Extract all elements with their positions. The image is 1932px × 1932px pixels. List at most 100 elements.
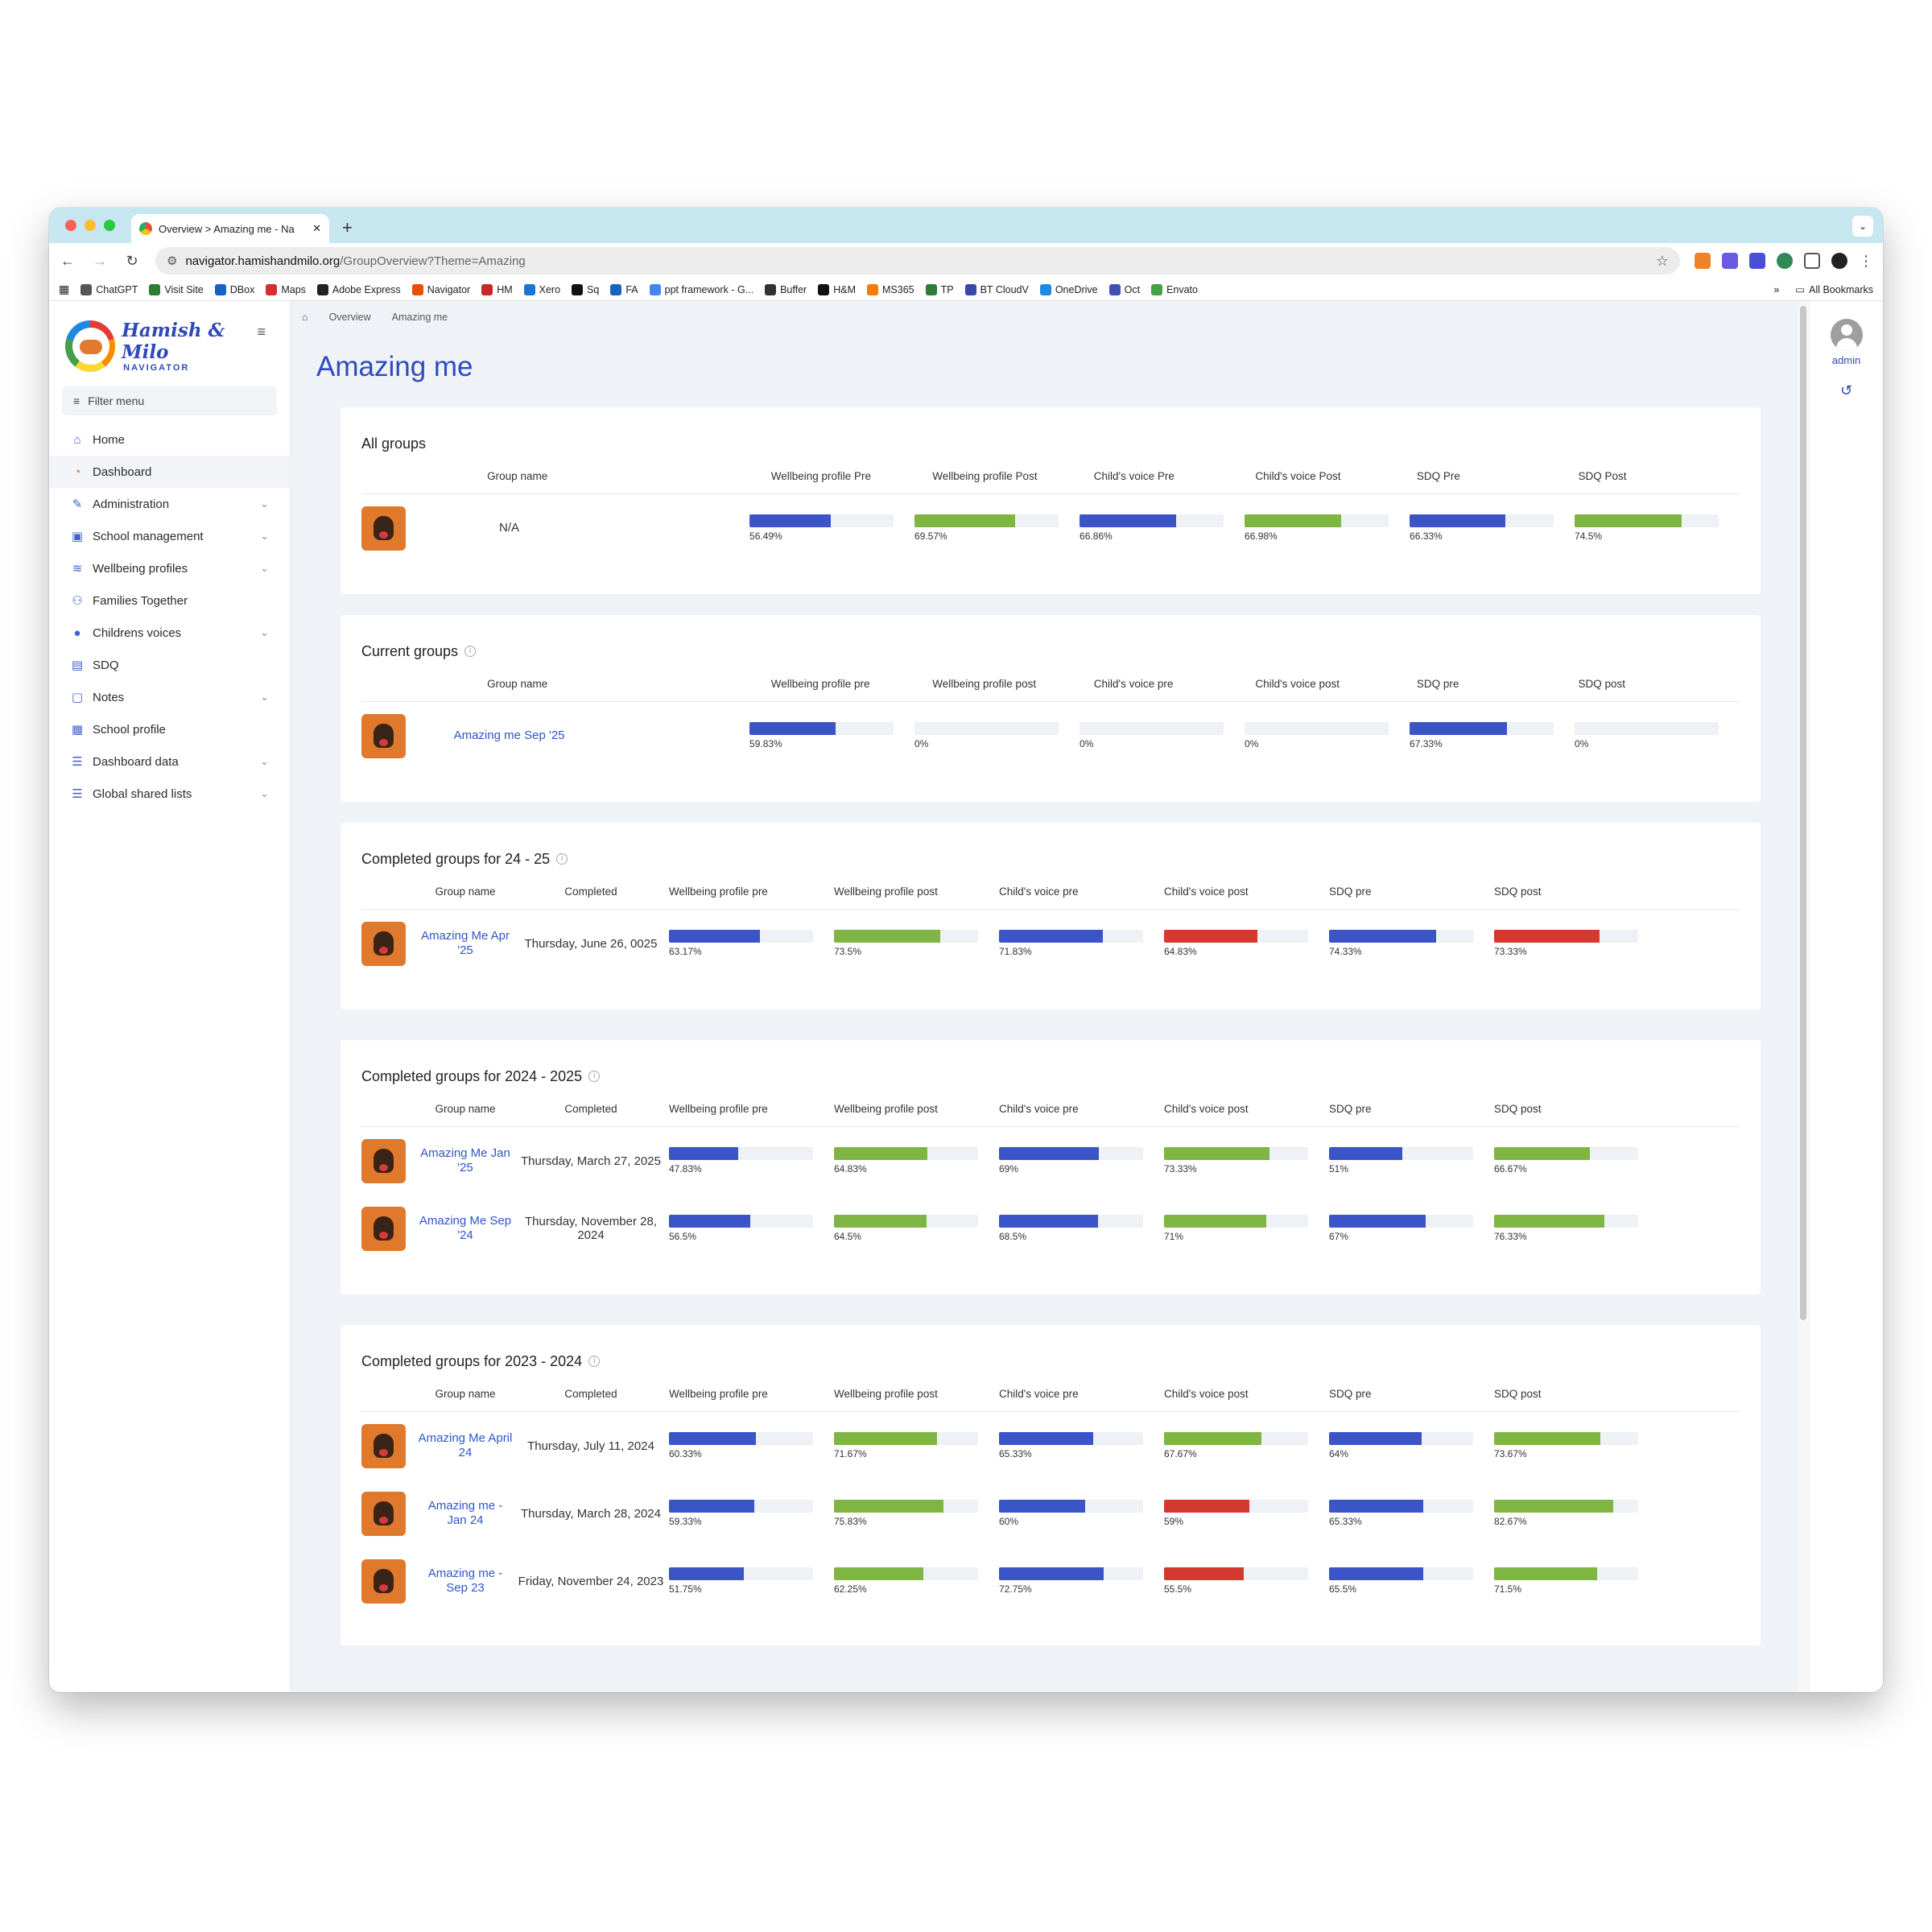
reload-button[interactable]: ↻ <box>123 253 141 270</box>
sidebar-item-notes[interactable]: ▢ Notes ⌄ <box>49 681 290 713</box>
info-icon[interactable]: i <box>556 853 568 865</box>
bookmark-item[interactable]: FA <box>610 283 638 295</box>
info-icon[interactable]: i <box>588 1356 601 1367</box>
bookmark-item[interactable]: Visit Site <box>149 283 204 295</box>
home-icon[interactable]: ⌂ <box>302 312 308 323</box>
progress-percent: 59.83% <box>749 738 782 749</box>
chevron-down-icon[interactable]: ⌄ <box>260 787 269 800</box>
bookmark-item[interactable]: Oct <box>1108 283 1140 295</box>
tab-search-button[interactable]: ⌄ <box>1852 216 1873 237</box>
sidebar-item-school-profile[interactable]: ▦ School profile <box>49 713 290 745</box>
collapse-menu-icon[interactable]: ≡ <box>257 324 266 341</box>
progress-fill <box>1164 1215 1267 1228</box>
user-avatar[interactable] <box>1830 319 1863 351</box>
bookmark-item[interactable]: Xero <box>523 283 560 295</box>
bookmark-item[interactable]: Envato <box>1151 283 1198 295</box>
sidebar-item-wellbeing-profiles[interactable]: ≋ Wellbeing profiles ⌄ <box>49 552 290 584</box>
bookmark-label: HM <box>497 283 513 295</box>
filter-menu-input[interactable]: ≡ Filter menu <box>62 386 277 415</box>
apps-grid-icon[interactable]: ▦ <box>59 283 69 296</box>
bookmark-item[interactable]: Maps <box>266 283 306 295</box>
site-info-icon[interactable]: ⚙ <box>167 254 177 268</box>
chevron-down-icon[interactable]: ⌄ <box>260 530 269 543</box>
column-header: Child's voice pre <box>999 886 1079 898</box>
logo[interactable]: Hamish & Milo NAVIGATOR ≡ <box>49 319 290 374</box>
pie-chart-icon: ◔ <box>73 464 81 479</box>
sidebar-item-administration[interactable]: ✎ Administration ⌄ <box>49 488 290 520</box>
breadcrumb-overview[interactable]: Overview <box>329 312 371 323</box>
puzzle-icon[interactable] <box>1804 253 1820 269</box>
all-bookmarks-folder[interactable]: ▭ All Bookmarks <box>1795 283 1873 296</box>
chevron-down-icon[interactable]: ⌄ <box>260 755 269 768</box>
building-icon: ▦ <box>71 723 84 737</box>
refresh-icon[interactable]: ↺ <box>1810 382 1883 399</box>
column-header: Group name <box>435 1103 496 1115</box>
address-bar[interactable]: ⚙ navigator.hamishandmilo.org/GroupOverv… <box>155 247 1680 275</box>
more-bookmarks-icon[interactable]: » <box>1773 284 1779 295</box>
bookmark-item[interactable]: TP <box>925 283 954 295</box>
forward-button[interactable]: → <box>91 253 109 270</box>
browser-menu-icon[interactable]: ⋮ <box>1859 253 1873 270</box>
bookmark-item[interactable]: MS365 <box>867 283 914 295</box>
group-name-link[interactable]: Amazing Me Sep '24 <box>419 1214 511 1242</box>
progress-percent: 66.98% <box>1245 530 1278 542</box>
progress-fill <box>669 1500 755 1513</box>
sidebar-item-dashboard[interactable]: ◔ Dashboard <box>49 456 290 488</box>
bookmark-item[interactable]: Buffer <box>765 283 807 295</box>
group-name-link[interactable]: Amazing me - Jan 24 <box>428 1499 503 1527</box>
group-name-link[interactable]: Amazing Me Jan '25 <box>420 1146 510 1174</box>
bookmark-item[interactable]: OneDrive <box>1039 283 1098 295</box>
bookmark-item[interactable]: DBox <box>214 283 255 295</box>
logo-name: Hamish & Milo <box>122 320 225 363</box>
bookmark-item[interactable]: H&M <box>818 283 856 295</box>
sidebar-item-childrens-voices[interactable]: ● Childrens voices ⌄ <box>49 617 290 649</box>
extension-icon[interactable] <box>1695 253 1711 269</box>
group-name-link[interactable]: Amazing Me Apr '25 <box>421 929 510 957</box>
progress-percent: 0% <box>1245 738 1259 749</box>
scrollbar-thumb[interactable] <box>1800 306 1806 1320</box>
extension-icon[interactable] <box>1777 253 1793 269</box>
chevron-down-icon[interactable]: ⌄ <box>260 626 269 639</box>
maximize-window-button[interactable] <box>104 220 115 231</box>
sidebar-item-sdq[interactable]: ▤ SDQ <box>49 649 290 681</box>
group-name-link[interactable]: Amazing me - Sep 23 <box>428 1567 503 1595</box>
back-button[interactable]: ← <box>59 253 76 270</box>
extension-icon[interactable] <box>1722 253 1738 269</box>
progress-bar <box>669 1147 813 1160</box>
info-icon[interactable]: i <box>464 646 477 657</box>
minimize-window-button[interactable] <box>85 220 96 231</box>
extension-icon[interactable] <box>1749 253 1765 269</box>
bookmark-item[interactable]: BT CloudV <box>964 283 1029 295</box>
bookmark-label: Maps <box>281 283 306 295</box>
bookmark-item[interactable]: Adobe Express <box>316 283 401 295</box>
profile-icon[interactable] <box>1831 253 1847 269</box>
group-name-link[interactable]: Amazing me Sep '25 <box>454 729 565 742</box>
close-window-button[interactable] <box>65 220 76 231</box>
bookmark-item[interactable]: Navigator <box>411 283 470 295</box>
bookmark-item[interactable]: Sq <box>572 283 599 295</box>
bookmark-item[interactable]: ChatGPT <box>80 283 138 295</box>
scrollbar[interactable] <box>1798 301 1809 1692</box>
group-name-link[interactable]: Amazing Me April 24 <box>419 1431 513 1459</box>
sidebar-item-families-together[interactable]: ⚇ Families Together <box>49 584 290 617</box>
user-name[interactable]: admin <box>1810 354 1883 366</box>
new-tab-button[interactable]: + <box>342 217 353 238</box>
bookmark-item[interactable]: HM <box>481 283 513 295</box>
progress-fill <box>749 514 832 527</box>
table-header: Group name Completed Wellbeing profile pre… <box>361 874 1740 910</box>
chevron-down-icon[interactable]: ⌄ <box>260 691 269 704</box>
sidebar-item-global-shared-lists[interactable]: ☰ Global shared lists ⌄ <box>49 778 290 810</box>
bookmark-label: DBox <box>229 283 255 295</box>
browser-tab[interactable]: Overview > Amazing me - Na ✕ <box>131 214 329 243</box>
info-icon[interactable]: i <box>588 1071 601 1082</box>
sidebar-item-dashboard-data[interactable]: ☰ Dashboard data ⌄ <box>49 745 290 778</box>
bookmark-favicon-icon <box>316 283 328 295</box>
chevron-down-icon[interactable]: ⌄ <box>260 562 269 575</box>
chevron-down-icon[interactable]: ⌄ <box>260 497 269 510</box>
bookmark-item[interactable]: ppt framework - G... <box>649 283 753 295</box>
metric-cell: 64% <box>1329 1432 1494 1459</box>
sidebar-item-home[interactable]: ⌂ Home <box>49 423 290 456</box>
sidebar-item-school-management[interactable]: ▣ School management ⌄ <box>49 520 290 552</box>
close-tab-icon[interactable]: ✕ <box>312 222 321 235</box>
bookmark-star-icon[interactable]: ☆ <box>1656 253 1669 270</box>
